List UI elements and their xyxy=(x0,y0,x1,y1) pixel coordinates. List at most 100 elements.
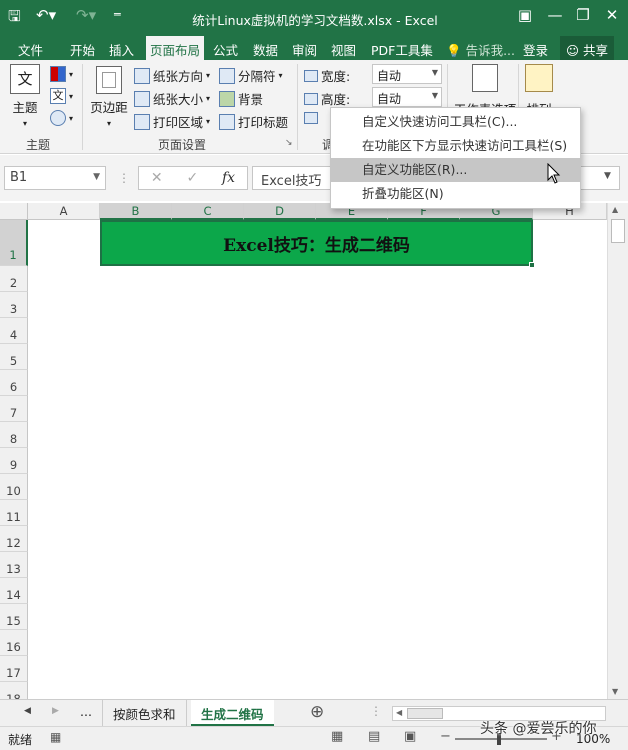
scroll-down-icon[interactable]: ▼ xyxy=(612,687,618,696)
macro-record-icon[interactable]: ▦ xyxy=(50,730,61,744)
print-titles-button[interactable]: 打印标题 xyxy=(219,112,288,131)
themes-button[interactable]: 文 主题 ▾ xyxy=(8,64,42,128)
paper-size-icon xyxy=(134,90,150,107)
page-break-view-icon[interactable]: ▣ xyxy=(404,729,416,744)
row-header[interactable]: 5 xyxy=(0,344,28,370)
sheet-tab-color-sum[interactable]: 按颜色求和 xyxy=(102,700,187,726)
row-header[interactable]: 7 xyxy=(0,396,28,422)
scroll-up-icon[interactable]: ▲ xyxy=(612,205,618,214)
print-area-button[interactable]: 打印区域 ▾ xyxy=(134,112,210,131)
tab-home[interactable]: 开始 xyxy=(70,40,95,59)
row-header[interactable]: 9 xyxy=(0,448,28,474)
menu-item-collapse-ribbon[interactable]: 折叠功能区(N) xyxy=(331,182,580,206)
resize-dots-icon[interactable]: ⋮ xyxy=(118,171,130,185)
tab-data[interactable]: 数据 xyxy=(253,40,278,59)
tab-splitter-icon[interactable]: ⋮ xyxy=(370,704,382,718)
zoom-out-icon[interactable]: − xyxy=(440,729,451,744)
next-sheet-icon[interactable]: ▶ xyxy=(52,706,59,716)
row-header[interactable]: 8 xyxy=(0,422,28,448)
row-header[interactable]: 1 xyxy=(0,220,28,266)
tab-file[interactable]: 文件 xyxy=(18,40,43,59)
column-header[interactable]: A xyxy=(28,203,100,220)
row-header[interactable]: 14 xyxy=(0,578,28,604)
tab-insert[interactable]: 插入 xyxy=(109,40,134,59)
size-button[interactable]: 纸张大小 ▾ xyxy=(134,89,210,108)
row-header[interactable]: 3 xyxy=(0,292,28,318)
sheet-tab-qrcode[interactable]: 生成二维码 xyxy=(191,700,274,726)
merged-cell-title[interactable]: Excel技巧：生成二维码 xyxy=(100,220,533,266)
row-header[interactable]: 18 xyxy=(0,682,28,699)
width-select[interactable]: 自动 ▼ xyxy=(372,64,442,84)
lightbulb-icon: 💡 xyxy=(446,43,462,58)
row-header[interactable]: 13 xyxy=(0,552,28,578)
row-header[interactable]: 15 xyxy=(0,604,28,630)
height-select[interactable]: 自动 ▼ xyxy=(372,87,442,107)
tab-review[interactable]: 审阅 xyxy=(292,40,317,59)
menu-item-show-qat-below[interactable]: 在功能区下方显示快速访问工具栏(S) xyxy=(331,134,580,158)
vertical-scrollbar[interactable]: ▲ ▼ xyxy=(607,203,628,699)
background-button[interactable]: 背景 xyxy=(219,89,263,108)
redo-icon[interactable]: ↷▾ xyxy=(76,6,96,24)
column-header[interactable]: B xyxy=(100,203,172,220)
tab-view[interactable]: 视图 xyxy=(331,40,356,59)
tell-me-box[interactable]: 💡 告诉我... xyxy=(446,40,515,59)
worksheet-grid[interactable]: A B C D E F G H 1 2 3 4 5 6 7 8 9 10 11 … xyxy=(0,203,607,699)
page-layout-view-icon[interactable]: ▤ xyxy=(368,729,380,744)
menu-item-customize-qat[interactable]: 自定义快速访问工具栏(C)... xyxy=(331,110,580,134)
select-all-corner[interactable] xyxy=(0,203,28,220)
cancel-icon[interactable]: ✕ xyxy=(151,170,163,186)
theme-fonts-button[interactable]: 文 ▾ xyxy=(50,88,73,104)
fill-handle[interactable] xyxy=(529,262,535,268)
chevron-down-icon[interactable]: ▼ xyxy=(93,172,100,182)
prev-sheet-icon[interactable]: ◀ xyxy=(24,706,31,716)
close-icon[interactable]: ✕ xyxy=(597,6,627,24)
tab-formulas[interactable]: 公式 xyxy=(213,40,238,59)
normal-view-icon[interactable]: ▦ xyxy=(331,729,343,744)
row-header[interactable]: 10 xyxy=(0,474,28,500)
maximize-icon[interactable]: ❐ xyxy=(568,6,598,24)
expand-formula-icon[interactable]: ▼ xyxy=(604,171,611,181)
theme-effects-button[interactable]: ▾ xyxy=(50,110,73,126)
row-header[interactable]: 11 xyxy=(0,500,28,526)
customize-qat-icon[interactable]: ═ xyxy=(114,8,121,21)
ribbon-display-options-icon[interactable]: ▣ xyxy=(510,6,540,24)
zoom-slider[interactable] xyxy=(455,738,547,740)
tab-page-layout[interactable]: 页面布局 xyxy=(146,36,205,60)
row-header[interactable]: 12 xyxy=(0,526,28,552)
scroll-thumb[interactable] xyxy=(611,219,625,243)
sheet-tab-more[interactable]: ... xyxy=(70,700,102,726)
save-icon[interactable]: 🖫 xyxy=(8,6,21,31)
scroll-left-icon[interactable]: ◀ xyxy=(396,708,402,717)
menu-item-customize-ribbon[interactable]: 自定义功能区(R)... xyxy=(331,158,580,182)
insert-function-icon[interactable]: fx xyxy=(222,170,235,186)
minimize-icon[interactable]: — xyxy=(540,6,570,24)
margins-button[interactable]: 页边距 ▾ xyxy=(88,66,130,128)
row-header[interactable]: 17 xyxy=(0,656,28,682)
breaks-button[interactable]: 分隔符 ▾ xyxy=(219,66,283,85)
add-sheet-icon[interactable]: ⊕ xyxy=(310,702,324,722)
row-header[interactable]: 6 xyxy=(0,370,28,396)
column-header[interactable]: D xyxy=(244,203,316,220)
background-icon xyxy=(219,90,235,107)
scale-icon xyxy=(304,112,318,124)
undo-icon[interactable]: ↶▾ xyxy=(36,6,56,24)
scale-option[interactable] xyxy=(304,112,318,124)
group-divider xyxy=(82,64,83,150)
horizontal-scroll-thumb[interactable] xyxy=(407,708,443,719)
row-header[interactable]: 2 xyxy=(0,266,28,292)
tab-pdf-tools[interactable]: PDF工具集 xyxy=(371,40,433,59)
enter-icon[interactable]: ✓ xyxy=(186,170,198,186)
dialog-launcher-icon[interactable]: ↘ xyxy=(285,138,293,148)
theme-colors-button[interactable]: ▾ xyxy=(50,66,73,82)
height-label: 高度: xyxy=(304,89,350,108)
share-button[interactable]: ☺ 共享 xyxy=(560,36,615,60)
orientation-button[interactable]: 纸张方向 ▾ xyxy=(134,66,210,85)
column-header[interactable]: C xyxy=(172,203,244,220)
margins-icon xyxy=(96,66,122,94)
row-header[interactable]: 16 xyxy=(0,630,28,656)
login-link[interactable]: 登录 xyxy=(523,40,548,59)
name-box[interactable]: B1 ▼ xyxy=(4,166,106,190)
height-icon xyxy=(304,92,318,105)
chevron-down-icon: ▾ xyxy=(106,119,111,128)
row-header[interactable]: 4 xyxy=(0,318,28,344)
